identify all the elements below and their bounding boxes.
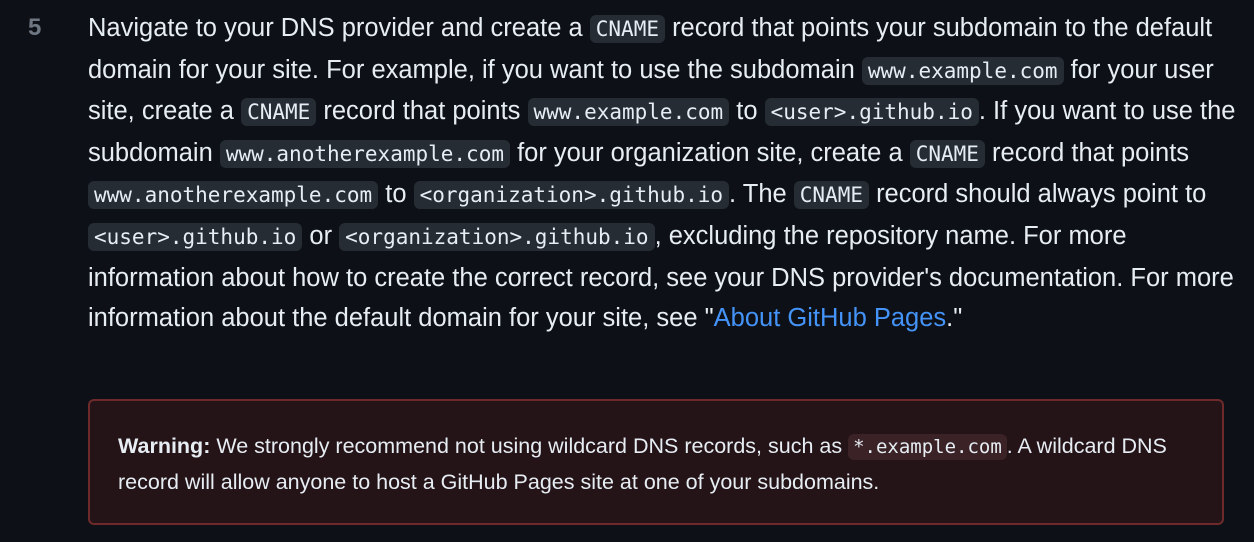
code-www-anotherexample: www.anotherexample.com [88,181,379,210]
code-cname: CNAME [589,15,665,43]
code-www-example: www.example.com [861,56,1064,85]
code-organization-github-io: <organization>.github.io [413,181,730,210]
code-organization-github-io: <organization>.github.io [339,222,655,251]
code-user-github-io: <user>.github.io [764,98,979,127]
text-segment: We strongly recommend not using wildcard… [210,434,849,458]
text-segment: for your organization site, create a [510,138,910,167]
text-segment: or [302,221,340,250]
warning-label: Warning: [118,434,211,458]
code-user-github-io: <user>.github.io [88,222,303,251]
code-cname: CNAME [793,181,869,210]
about-github-pages-link[interactable]: About GitHub Pages [714,304,946,332]
text-segment: Navigate to your DNS provider and create… [88,14,590,42]
warning-text: Warning: We strongly recommend not using… [118,429,1194,500]
text-segment: to [378,180,414,209]
code-cname: CNAME [241,98,317,127]
warning-callout: Warning: We strongly recommend not using… [88,399,1224,525]
code-www-example: www.example.com [527,98,730,127]
text-segment: . The [729,180,794,209]
text-segment: record that points [316,97,528,126]
step-content: Navigate to your DNS provider and create… [88,8,1238,525]
code-www-anotherexample: www.anotherexample.com [219,139,510,168]
text-segment: record that points [984,138,1190,167]
code-wildcard-example: *.example.com [848,434,1007,460]
code-cname: CNAME [909,139,985,168]
text-segment: ." [946,304,963,333]
step-instructions: Navigate to your DNS provider and create… [88,8,1238,339]
step-number: 5 [28,14,42,41]
text-segment: to [729,97,765,126]
text-segment: record should always point to [868,180,1207,209]
